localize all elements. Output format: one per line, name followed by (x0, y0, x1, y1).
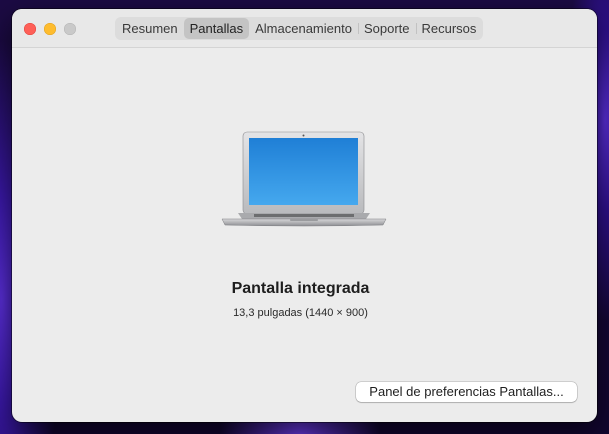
laptop-icon (221, 131, 387, 227)
about-this-mac-window: Resumen Pantallas Almacenamiento Soporte… (12, 9, 597, 422)
close-window-button[interactable] (24, 23, 36, 35)
tab-resumen[interactable]: Resumen (116, 18, 184, 39)
display-pane: Pantalla integrada 13,3 pulgadas (1440 ×… (12, 48, 597, 422)
tab-almacenamiento[interactable]: Almacenamiento (249, 18, 358, 39)
tab-soporte[interactable]: Soporte (357, 18, 416, 39)
window-titlebar[interactable]: Resumen Pantallas Almacenamiento Soporte… (12, 9, 597, 48)
tab-recursos[interactable]: Recursos (415, 18, 483, 39)
tab-bar: Resumen Pantallas Almacenamiento Soporte… (115, 17, 484, 40)
display-name: Pantalla integrada (231, 280, 370, 297)
minimize-window-button[interactable] (44, 23, 56, 35)
display-preferences-button[interactable]: Panel de preferencias Pantallas... (356, 382, 577, 402)
tab-pantallas[interactable]: Pantallas (183, 18, 250, 39)
display-size: 13,3 pulgadas (1440 × 900) (233, 307, 368, 319)
zoom-window-button[interactable] (64, 23, 76, 35)
